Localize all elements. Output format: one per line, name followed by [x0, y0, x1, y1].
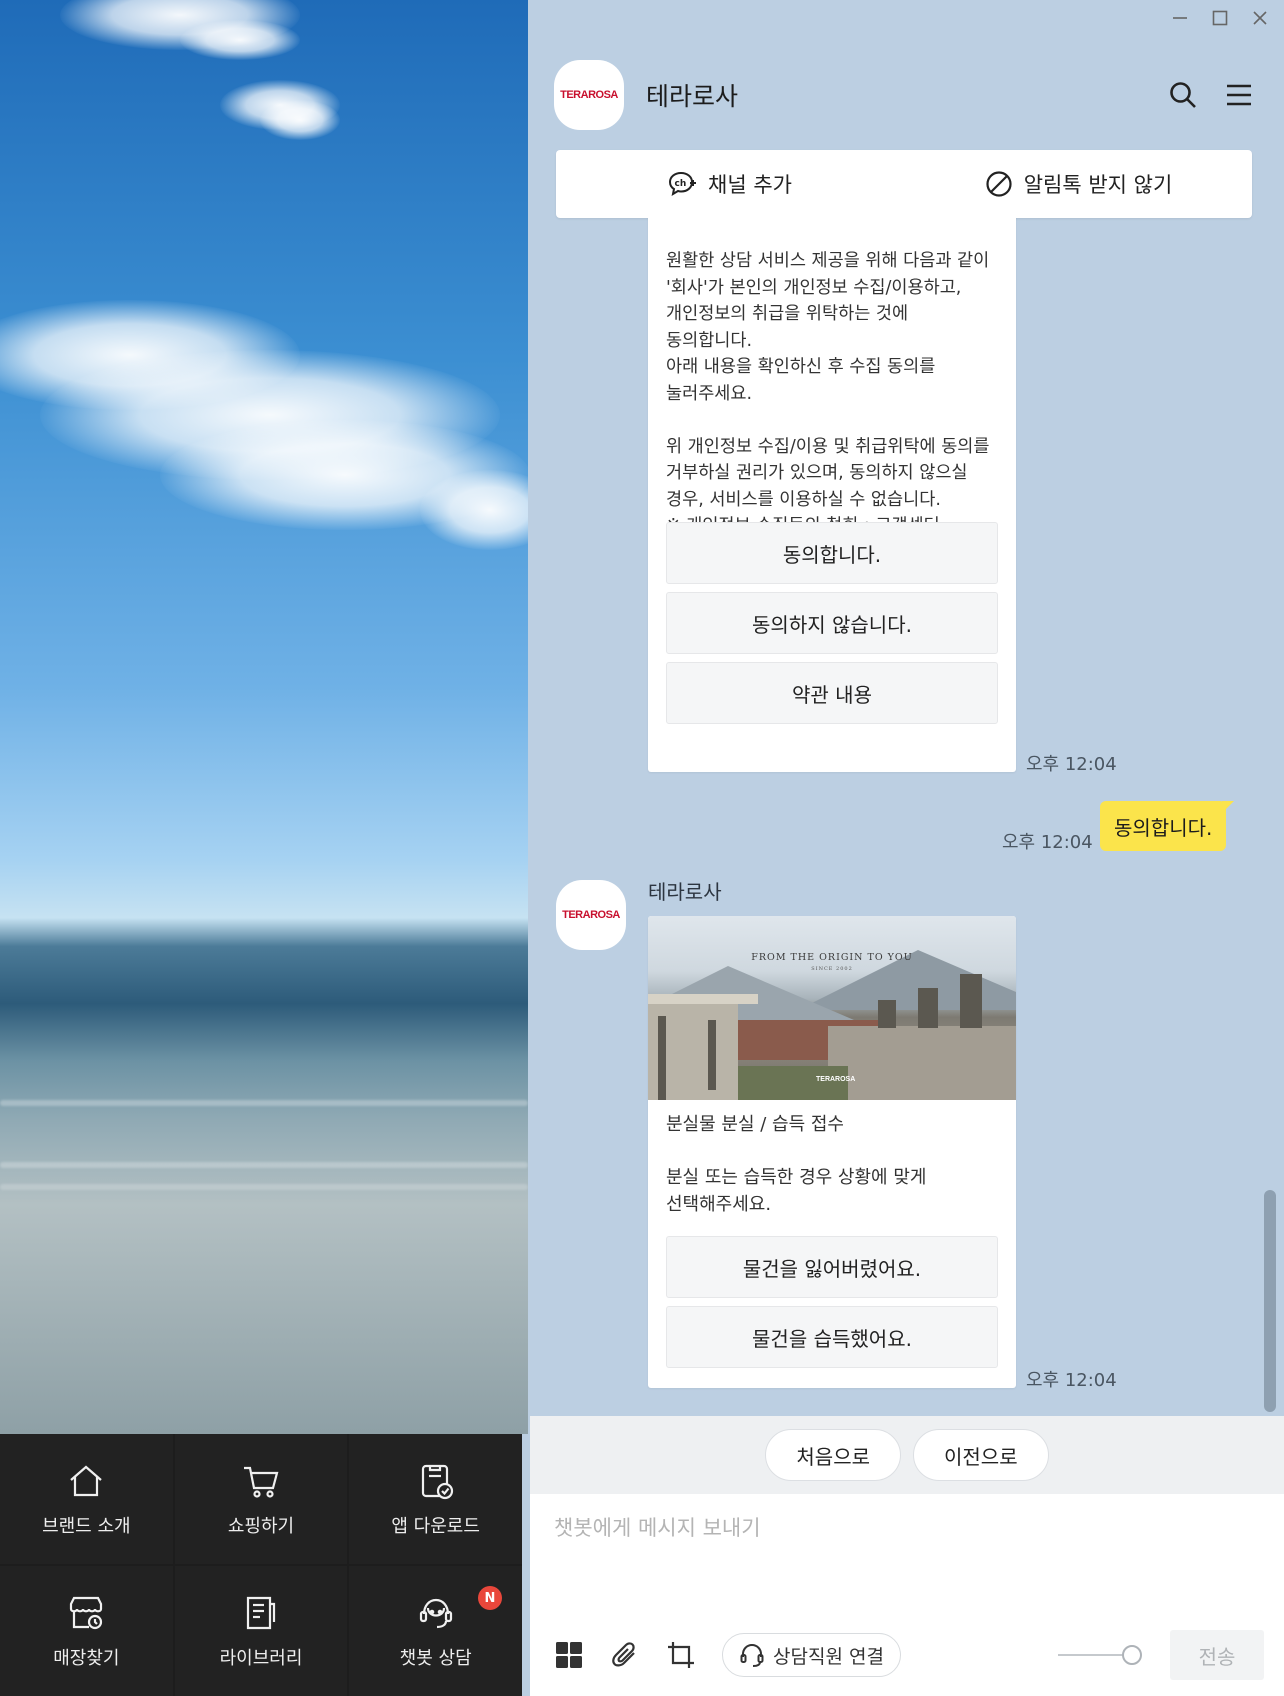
chat-title: 테라로사: [646, 82, 739, 111]
block-notifications-button[interactable]: 알림톡 받지 않기: [904, 169, 1252, 199]
image-since: SINCE 2002: [811, 966, 853, 972]
lost-found-message-text: 분실물 분실 / 습득 접수 분실 또는 습득한 경우 상황에 맞게 선택해주세…: [666, 1114, 927, 1215]
message-scrollbar[interactable]: [1264, 1190, 1276, 1412]
menu-item-store-finder[interactable]: 매장찾기: [0, 1566, 173, 1696]
channel-avatar[interactable]: TERAROSA: [554, 60, 624, 130]
menu-item-label: 앱 다운로드: [391, 1516, 480, 1537]
message-list: 원활한 상담 서비스 제공을 위해 다음과 같이 '회사'가 본인의 개인정보 …: [530, 218, 1284, 1416]
go-to-start-button[interactable]: 처음으로: [765, 1429, 901, 1481]
menu-item-brand[interactable]: 브랜드 소개: [0, 1434, 173, 1564]
chat-header: TERAROSA 테라로사: [554, 60, 1254, 130]
lost-found-buttons: 물건을 잃어버렸어요. 물건을 습득했어요.: [666, 1236, 998, 1376]
slider-knob[interactable]: [1122, 1645, 1142, 1665]
menu-item-shopping[interactable]: 쇼핑하기: [174, 1434, 348, 1564]
home-icon: [70, 1465, 103, 1497]
header-actions: [1168, 80, 1254, 110]
menu-item-label: 브랜드 소개: [42, 1516, 131, 1537]
minimize-icon[interactable]: [1170, 8, 1190, 28]
connect-agent-label: 상담직원 연결: [773, 1645, 884, 1668]
consent-message-card: 원활한 상담 서비스 제공을 위해 다음과 같이 '회사'가 본인의 개인정보 …: [648, 218, 1016, 772]
add-channel-label: 채널 추가: [708, 173, 792, 197]
crop-icon[interactable]: [666, 1640, 696, 1670]
desktop-background: 브랜드 소개 쇼핑하기 앱 다운로드 매장찾기 라이브러리 챗봇 상담 N: [0, 0, 528, 1696]
svg-text:ch: ch: [675, 179, 687, 189]
chatbot-icon: [419, 1598, 452, 1629]
bot-avatar[interactable]: TERAROSA: [556, 880, 626, 950]
card-image[interactable]: FROM THE ORIGIN TO YOU SINCE 2002 TERARO…: [648, 916, 1016, 1100]
send-button[interactable]: 전송: [1170, 1630, 1264, 1680]
library-icon: [246, 1596, 276, 1630]
quick-menu-grid: 브랜드 소개 쇼핑하기 앱 다운로드 매장찾기 라이브러리 챗봇 상담 N: [0, 1434, 522, 1696]
sender-name: 테라로사: [648, 880, 722, 904]
channel-action-bar: ch 채널 추가 알림톡 받지 않기: [556, 150, 1252, 218]
go-back-button[interactable]: 이전으로: [913, 1429, 1049, 1481]
menu-item-chatbot[interactable]: 챗봇 상담 N: [349, 1566, 522, 1696]
composer-toolbar: 상담직원 연결 전송: [554, 1630, 1264, 1680]
consent-buttons: 동의합니다. 동의하지 않습니다. 약관 내용: [666, 522, 998, 732]
brand-logo: TERAROSA: [560, 89, 618, 101]
user-message-bubble: 동의합니다.: [1100, 801, 1235, 851]
menu-item-app-download[interactable]: 앱 다운로드: [349, 1434, 522, 1564]
search-icon[interactable]: [1168, 80, 1198, 110]
brand-logo: TERAROSA: [562, 909, 620, 921]
lost-found-message-card: FROM THE ORIGIN TO YOU SINCE 2002 TERARO…: [648, 916, 1016, 1388]
menu-item-label: 챗봇 상담: [399, 1648, 472, 1669]
window-controls: [1170, 8, 1270, 28]
quick-reply-bar: 처음으로 이전으로: [530, 1416, 1284, 1494]
chat-window: TERAROSA 테라로사 ch 채널 추가 알림톡 받지 않기 원활한 상담 …: [530, 0, 1284, 1696]
new-badge: N: [478, 1586, 502, 1610]
lost-item-button[interactable]: 물건을 잃어버렸어요.: [666, 1236, 998, 1298]
grid-menu-icon[interactable]: [554, 1640, 584, 1670]
block-icon: [986, 171, 1012, 197]
connect-agent-button[interactable]: 상담직원 연결: [722, 1633, 901, 1677]
add-channel-button[interactable]: ch 채널 추가: [556, 169, 904, 199]
found-item-button[interactable]: 물건을 습득했어요.: [666, 1306, 998, 1368]
message-input[interactable]: [554, 1512, 1254, 1602]
channel-add-icon: ch: [669, 171, 697, 197]
wallpaper-image: [0, 0, 528, 1434]
message-timestamp: 오후 12:04: [1026, 754, 1117, 775]
attachment-icon[interactable]: [610, 1640, 640, 1670]
maximize-icon[interactable]: [1210, 8, 1230, 28]
message-timestamp: 오후 12:04: [1002, 832, 1093, 853]
font-size-slider[interactable]: [1058, 1645, 1142, 1665]
headset-icon: [740, 1643, 764, 1667]
block-notifications-label: 알림톡 받지 않기: [1023, 173, 1173, 197]
close-icon[interactable]: [1250, 8, 1270, 28]
menu-item-label: 매장찾기: [53, 1648, 120, 1669]
agree-button[interactable]: 동의합니다.: [666, 522, 998, 584]
menu-icon[interactable]: [1224, 80, 1254, 110]
cart-icon: [243, 1466, 279, 1498]
menu-item-label: 쇼핑하기: [227, 1516, 295, 1537]
store-icon: [70, 1596, 103, 1630]
menu-item-library[interactable]: 라이브러리: [174, 1566, 348, 1696]
image-slogan: FROM THE ORIGIN TO YOU: [751, 952, 913, 963]
app-download-icon: [421, 1464, 453, 1500]
message-composer: 상담직원 연결 전송: [530, 1494, 1284, 1696]
image-brand-mark: TERAROSA: [816, 1076, 856, 1083]
message-timestamp: 오후 12:04: [1026, 1370, 1117, 1391]
menu-item-label: 라이브러리: [219, 1648, 303, 1669]
terms-button[interactable]: 약관 내용: [666, 662, 998, 724]
disagree-button[interactable]: 동의하지 않습니다.: [666, 592, 998, 654]
consent-message-text: 원활한 상담 서비스 제공을 위해 다음과 같이 '회사'가 본인의 개인정보 …: [666, 251, 990, 536]
